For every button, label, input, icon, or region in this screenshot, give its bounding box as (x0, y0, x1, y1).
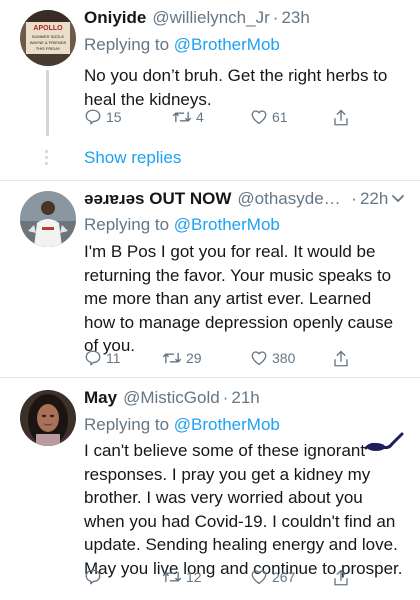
display-name[interactable]: ǝǝɹɐɹǝs OUT NOW (84, 189, 231, 209)
retweet-count: 4 (196, 109, 204, 125)
replying-to-mention[interactable]: @BrotherMob (174, 35, 280, 54)
separator-dot: · (351, 189, 357, 208)
tweet-text: I'm B Pos I got you for real. It would b… (84, 242, 394, 355)
retweet-count: 12 (186, 569, 202, 585)
retweet-button[interactable]: 4 (172, 108, 204, 126)
like-count: 267 (272, 569, 296, 585)
like-count: 61 (272, 109, 288, 125)
chevron-down-icon[interactable] (388, 188, 408, 210)
reply-button[interactable]: 15 (84, 108, 122, 126)
avatar-othasydemu[interactable] (20, 191, 76, 247)
user-handle[interactable]: @othasydemu... (237, 189, 348, 209)
avatar-sign-line-3: WAYNE & FRIENDS (30, 40, 67, 45)
timestamp[interactable]: 21h (231, 388, 259, 408)
retweet-count: 29 (186, 350, 202, 366)
retweet-button[interactable]: 29 (162, 349, 202, 367)
reply-icon (84, 349, 102, 367)
replying-to-label: Replying to (84, 35, 174, 54)
tweet-text: I can't believe some of these ignorant r… (84, 441, 403, 578)
avatar-oniyide[interactable]: APOLLO SUMMER SIZZLE WAYNE & FRIENDS THI… (20, 10, 76, 66)
share-icon (332, 349, 350, 369)
pen-scribble-mark (362, 432, 406, 459)
avatar-sign-line-1: APOLLO (33, 25, 63, 32)
reply-count: 11 (106, 350, 121, 366)
tweet-header: May @MisticGold · 21h (84, 386, 408, 410)
replying-to-mention[interactable]: @BrotherMob (174, 415, 280, 434)
separator-dot: · (272, 8, 279, 27)
user-handle[interactable]: @willielynch_Jr (152, 8, 269, 28)
share-button[interactable] (332, 349, 350, 369)
like-button[interactable]: 267 (250, 568, 295, 586)
reply-icon (84, 108, 102, 126)
tweet-1[interactable]: APOLLO SUMMER SIZZLE WAYNE & FRIENDS THI… (0, 0, 420, 180)
reply-button[interactable]: 11 (84, 349, 121, 367)
tweet-text: No you don’t bruh. Get the right herbs t… (84, 66, 388, 109)
tweet-actions: 11 29 380 (84, 349, 374, 371)
tweet-header: Oniyide @willielynch_Jr · 23h (84, 6, 408, 30)
avatar-sign-line-4: THIS FRIDAY (36, 46, 61, 51)
share-icon (332, 568, 350, 588)
display-name[interactable]: Oniyide (84, 8, 146, 28)
show-replies-link[interactable]: Show replies (84, 148, 181, 168)
display-name[interactable]: May (84, 388, 117, 408)
tweet-actions: 12 267 (84, 568, 374, 590)
retweet-icon (172, 108, 192, 126)
timestamp[interactable]: 23h (281, 8, 309, 28)
like-count: 380 (272, 350, 296, 366)
like-icon (250, 108, 268, 126)
like-button[interactable]: 61 (250, 108, 288, 126)
share-button[interactable] (332, 108, 350, 128)
timestamp[interactable]: 22h (360, 189, 388, 209)
replying-to: Replying to @BrotherMob (84, 415, 280, 435)
reply-icon (84, 568, 102, 586)
replying-to: Replying to @BrotherMob (84, 35, 280, 55)
tweet-actions: 15 4 61 (84, 108, 374, 130)
reply-button[interactable] (84, 568, 106, 586)
like-icon (250, 568, 268, 586)
share-icon (332, 108, 350, 128)
user-handle[interactable]: @MisticGold (123, 388, 220, 408)
avatar-sign-line-2: SUMMER SIZZLE (32, 34, 65, 39)
retweet-icon (162, 568, 182, 586)
like-icon (250, 349, 268, 367)
reply-count: 15 (106, 109, 122, 125)
tweet-2[interactable]: ǝǝɹɐɹǝs OUT NOW @othasydemu... · 22h Rep… (0, 181, 420, 377)
replying-to-label: Replying to (84, 215, 174, 234)
retweet-button[interactable]: 12 (162, 568, 202, 586)
replying-to-label: Replying to (84, 415, 174, 434)
replying-to: Replying to @BrotherMob (84, 215, 280, 235)
like-button[interactable]: 380 (250, 349, 295, 367)
avatar-misticgold[interactable] (20, 390, 76, 446)
retweet-icon (162, 349, 182, 367)
tweet-header: ǝǝɹɐɹǝs OUT NOW @othasydemu... · 22h (84, 187, 408, 211)
separator-dot: · (222, 388, 229, 407)
share-button[interactable] (332, 568, 350, 588)
tweet-3[interactable]: May @MisticGold · 21h Replying to @Broth… (0, 378, 420, 600)
thread-dots (45, 150, 49, 168)
thread-line (46, 70, 49, 136)
replying-to-mention[interactable]: @BrotherMob (174, 215, 280, 234)
